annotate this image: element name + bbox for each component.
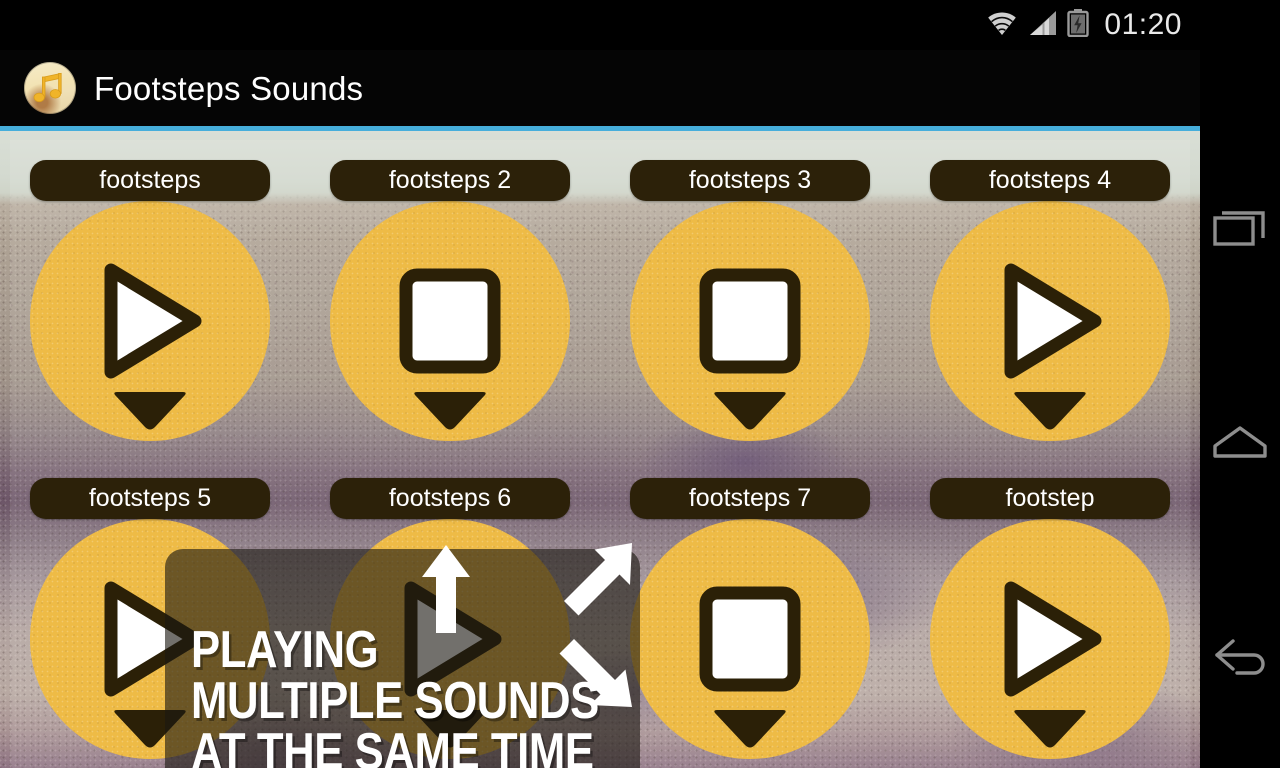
music-note-app-icon: [24, 62, 76, 114]
overlay-line-3: AT THE SAME TIME: [191, 722, 594, 768]
arrow-up-right-icon: [550, 541, 634, 628]
playing-multiple-sounds-overlay[interactable]: PLAYING MULTIPLE SOUNDS AT THE SAME TIME: [165, 543, 640, 768]
play-icon: [1004, 581, 1102, 697]
arrow-up-icon: [420, 543, 472, 640]
sound-circle[interactable]: [630, 201, 870, 441]
overlay-line-1: PLAYING: [191, 621, 379, 679]
recents-icon: [1212, 204, 1268, 253]
download-chevron-icon: [114, 392, 186, 430]
sound-board: footsteps footsteps 2 footsteps 3 footsteps…: [0, 131, 1200, 768]
sound-button-7[interactable]: footsteps 7: [600, 459, 900, 768]
back-button[interactable]: [1200, 552, 1280, 768]
navigation-bar: [1200, 0, 1280, 768]
sound-circle[interactable]: [30, 201, 270, 441]
download-chevron-icon: [1014, 710, 1086, 748]
sound-button-1[interactable]: footsteps: [0, 141, 300, 459]
status-time: 01:20: [1104, 8, 1182, 41]
download-chevron-icon: [714, 392, 786, 430]
android-screen: 01:20 Footsteps Sounds footsteps footstep…: [0, 0, 1280, 768]
sound-label: footsteps: [30, 160, 270, 201]
sound-button-4[interactable]: footsteps 4: [900, 141, 1200, 459]
overlay-message: PLAYING MULTIPLE SOUNDS AT THE SAME TIME: [191, 621, 599, 768]
play-icon: [104, 263, 202, 379]
recents-button[interactable]: [1200, 120, 1280, 336]
sound-label: footsteps 2: [330, 160, 570, 201]
action-bar: Footsteps Sounds: [0, 50, 1200, 126]
sound-label: footsteps 7: [630, 478, 870, 519]
back-icon: [1211, 637, 1269, 684]
sound-circle[interactable]: [930, 201, 1170, 441]
sound-button-3[interactable]: footsteps 3: [600, 141, 900, 459]
download-chevron-icon: [414, 392, 486, 430]
play-icon: [1004, 263, 1102, 379]
stop-icon: [699, 586, 801, 692]
battery-charging-icon: [1067, 8, 1090, 42]
arrow-down-right-icon: [550, 627, 634, 714]
stop-icon: [699, 268, 801, 374]
sound-label: footsteps 4: [930, 160, 1170, 201]
sound-label: footstep: [930, 478, 1170, 519]
sound-button-8[interactable]: footstep: [900, 459, 1200, 768]
sound-label: footsteps 5: [30, 478, 270, 519]
cell-signal-icon: [1028, 10, 1058, 41]
page-title: Footsteps Sounds: [94, 69, 364, 107]
status-bar: 01:20: [0, 0, 1200, 50]
sound-label: footsteps 3: [630, 160, 870, 201]
home-button[interactable]: [1200, 336, 1280, 552]
overlay-line-2: MULTIPLE SOUNDS: [191, 671, 599, 730]
sound-button-2[interactable]: footsteps 2: [300, 141, 600, 459]
download-chevron-icon: [1014, 392, 1086, 430]
home-icon: [1212, 424, 1268, 465]
download-chevron-icon: [714, 710, 786, 748]
sound-circle[interactable]: [930, 519, 1170, 759]
sound-label: footsteps 6: [330, 478, 570, 519]
stop-icon: [399, 268, 501, 374]
sound-circle[interactable]: [630, 519, 870, 759]
sound-circle[interactable]: [330, 201, 570, 441]
music-note-icon: [33, 72, 62, 103]
wifi-icon: [985, 10, 1019, 41]
